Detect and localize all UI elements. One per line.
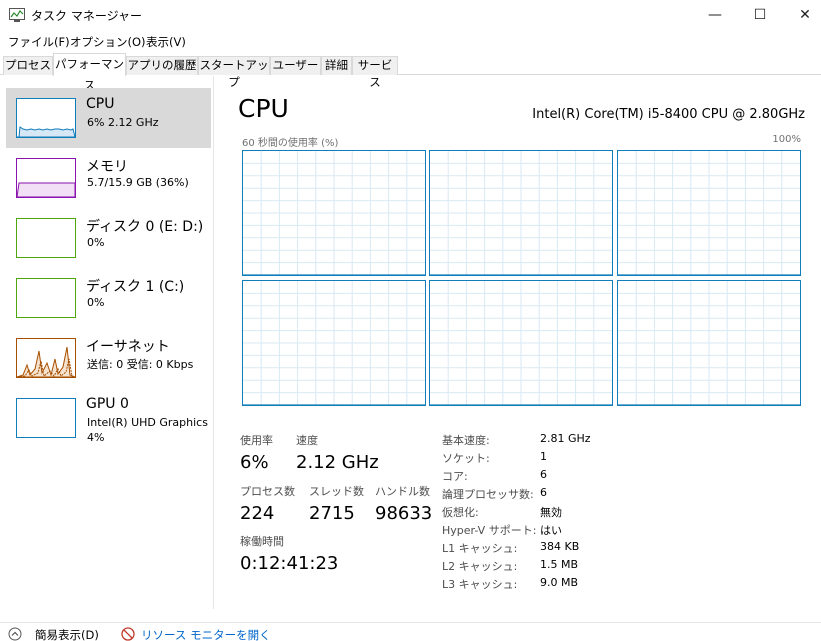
tab-startup[interactable]: スタートアップ [198,56,270,89]
cpu-thumbnail [16,98,76,138]
menu-view[interactable]: 表示(V) [146,34,186,50]
sidebar-item-title: CPU [86,96,115,112]
uptime-value: 0:12:41:23 [240,553,339,574]
cpu-detail-panel: CPU Intel(R) Core(TM) i5-8400 CPU @ 2.80… [215,76,821,609]
handles-label: ハンドル数 [375,485,430,498]
menu-file[interactable]: ファイル(F) [8,34,70,50]
spec-label: ソケット: [442,452,490,465]
sidebar-item-cpu[interactable]: CPU 6% 2.12 GHz [6,88,211,148]
sidebar-item-memory[interactable]: メモリ 5.7/15.9 GB (36%) [6,148,211,208]
sidebar-item-title: ディスク 1 (C:) [86,279,185,295]
sidebar-item-sub: Intel(R) UHD Graphics 63 [87,416,211,429]
core-graph-0 [242,150,426,276]
processes-value: 224 [240,503,275,524]
spec-value: 6 [540,486,547,499]
spec-value: 2.81 GHz [540,432,591,445]
spec-label: L3 キャッシュ: [442,578,518,591]
memory-thumbnail [16,158,76,198]
usage-label: 使用率 [240,434,273,447]
core-graph-3 [242,280,426,406]
threads-value: 2715 [309,503,355,524]
usage-value: 6% [240,452,269,473]
maximize-button[interactable]: ☐ [737,0,783,31]
less-details-button[interactable]: 簡易表示(D) [35,627,99,641]
core-graph-5 [617,280,801,406]
graph-label: 60 秒間の使用率 (%) [242,138,339,149]
processes-label: プロセス数 [240,485,295,498]
handles-value: 98633 [375,503,433,524]
page-title: CPU [238,94,289,123]
title-bar: タスク マネージャー — ☐ ✕ [0,0,821,31]
resource-sidebar: CPU 6% 2.12 GHz メモリ 5.7/15.9 GB (36%) ディ… [0,76,214,609]
tab-users[interactable]: ユーザー [270,56,321,75]
minimize-button[interactable]: — [692,0,738,31]
sidebar-item-sub: 0% [87,236,105,249]
tab-services[interactable]: サービス [352,56,398,89]
threads-label: スレッド数 [309,485,364,498]
sidebar-item-sub: 5.7/15.9 GB (36%) [87,176,189,189]
close-button[interactable]: ✕ [782,0,821,31]
spec-value: 無効 [540,506,562,519]
spec-value: 384 KB [540,540,580,553]
uptime-label: 稼働時間 [240,535,284,548]
sidebar-item-ethernet[interactable]: イーサネット 送信: 0 受信: 0 Kbps [6,328,211,388]
core-graph-1 [429,150,613,276]
spec-label: L2 キャッシュ: [442,560,518,573]
tab-details[interactable]: 詳細 [321,56,352,75]
sidebar-item-disk0[interactable]: ディスク 0 (E: D:) 0% [6,208,211,268]
resource-monitor-icon [121,627,135,641]
spec-value: 9.0 MB [540,576,579,589]
footer-bar: 簡易表示(D) リソース モニターを開く [0,622,821,641]
tab-app-history[interactable]: アプリの履歴 [126,56,198,75]
tab-processes[interactable]: プロセス [3,56,53,75]
disk0-thumbnail [16,218,76,258]
spec-value: はい [540,524,562,537]
spec-value: 6 [540,468,547,481]
spec-value: 1.5 MB [540,558,579,571]
spec-label: 論理プロセッサ数: [442,488,534,501]
spec-label: コア: [442,470,468,483]
sidebar-item-sub: 送信: 0 受信: 0 Kbps [87,358,194,371]
sidebar-item-sub: 6% 2.12 GHz [87,116,159,129]
sidebar-item-gpu[interactable]: GPU 0 Intel(R) UHD Graphics 63 4% [6,388,211,448]
spec-label: 基本速度: [442,434,490,447]
graph-max-label: 100% [772,134,801,145]
spec-value: 1 [540,450,547,463]
sidebar-item-title: メモリ [86,159,128,175]
spec-label: L1 キャッシュ: [442,542,518,555]
sidebar-item-disk1[interactable]: ディスク 1 (C:) 0% [6,268,211,328]
gpu-thumbnail [16,398,76,438]
sidebar-item-sub: 0% [87,296,105,309]
core-graph-2 [617,150,801,276]
ethernet-thumbnail [16,338,76,378]
sidebar-item-title: ディスク 0 (E: D:) [86,219,204,235]
tab-bar: プロセス パフォーマンス アプリの履歴 スタートアップ ユーザー 詳細 サービス [0,53,821,92]
tab-performance[interactable]: パフォーマンス [53,53,126,92]
spec-label: 仮想化: [442,506,479,519]
spec-label: Hyper-V サポート: [442,524,537,537]
disk1-thumbnail [16,278,76,318]
core-graph-4 [429,280,613,406]
speed-label: 速度 [296,434,318,447]
cpu-model-name: Intel(R) Core(TM) i5-8400 CPU @ 2.80GHz [532,107,805,122]
menu-options[interactable]: オプション(O) [70,34,146,50]
sidebar-item-sub2: 4% [87,431,105,444]
sidebar-item-title: イーサネット [86,339,170,355]
open-resource-monitor-link[interactable]: リソース モニターを開く [141,627,271,641]
chevron-up-icon[interactable] [8,627,22,641]
speed-value: 2.12 GHz [296,452,379,473]
task-manager-icon [9,8,25,22]
sidebar-item-title: GPU 0 [86,396,129,412]
menu-bar: ファイル(F) オプション(O) 表示(V) [0,31,821,52]
window-title: タスク マネージャー [31,9,142,23]
